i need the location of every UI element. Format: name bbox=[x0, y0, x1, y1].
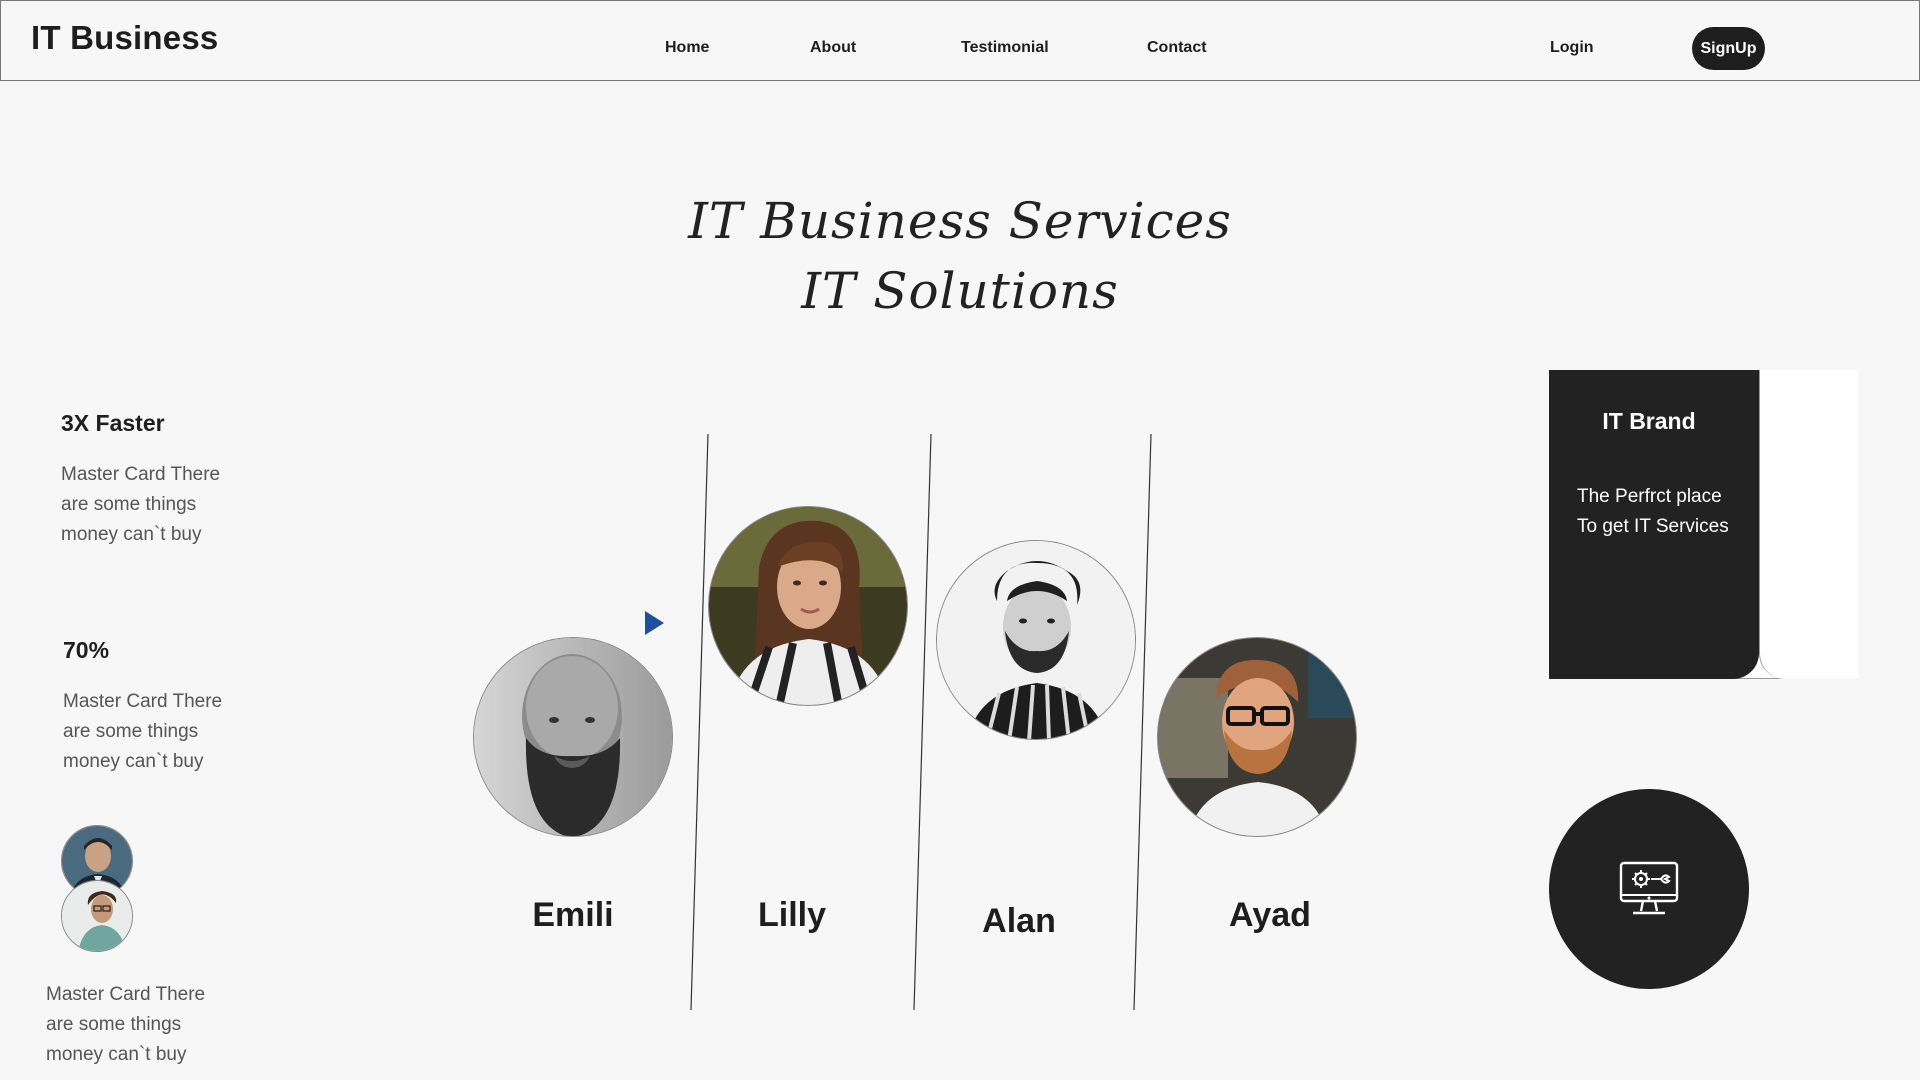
brand-card-line: The Perfrct place bbox=[1577, 486, 1722, 507]
member-name-lilly: Lilly bbox=[757, 896, 827, 934]
divider-line bbox=[1133, 433, 1152, 1011]
avatar-ayad[interactable] bbox=[1157, 637, 1357, 837]
brand-card-title: IT Brand bbox=[1602, 408, 1696, 434]
computer-settings-icon bbox=[1619, 861, 1679, 915]
brand-card-tab bbox=[1759, 370, 1858, 679]
member-name-alan: Alan bbox=[982, 902, 1056, 940]
avatar-lilly[interactable] bbox=[708, 506, 908, 706]
service-icon-circle[interactable] bbox=[1549, 789, 1749, 989]
play-icon[interactable] bbox=[645, 611, 664, 635]
brand-card-line: To get IT Services bbox=[1577, 516, 1729, 537]
member-name-ayad: Ayad bbox=[1229, 896, 1311, 934]
member-name-emili: Emili bbox=[532, 896, 614, 934]
brand-card-text: The Perfrct place To get IT Services bbox=[1577, 482, 1757, 542]
avatar-alan[interactable] bbox=[936, 540, 1136, 740]
avatar-emili[interactable] bbox=[473, 637, 673, 837]
